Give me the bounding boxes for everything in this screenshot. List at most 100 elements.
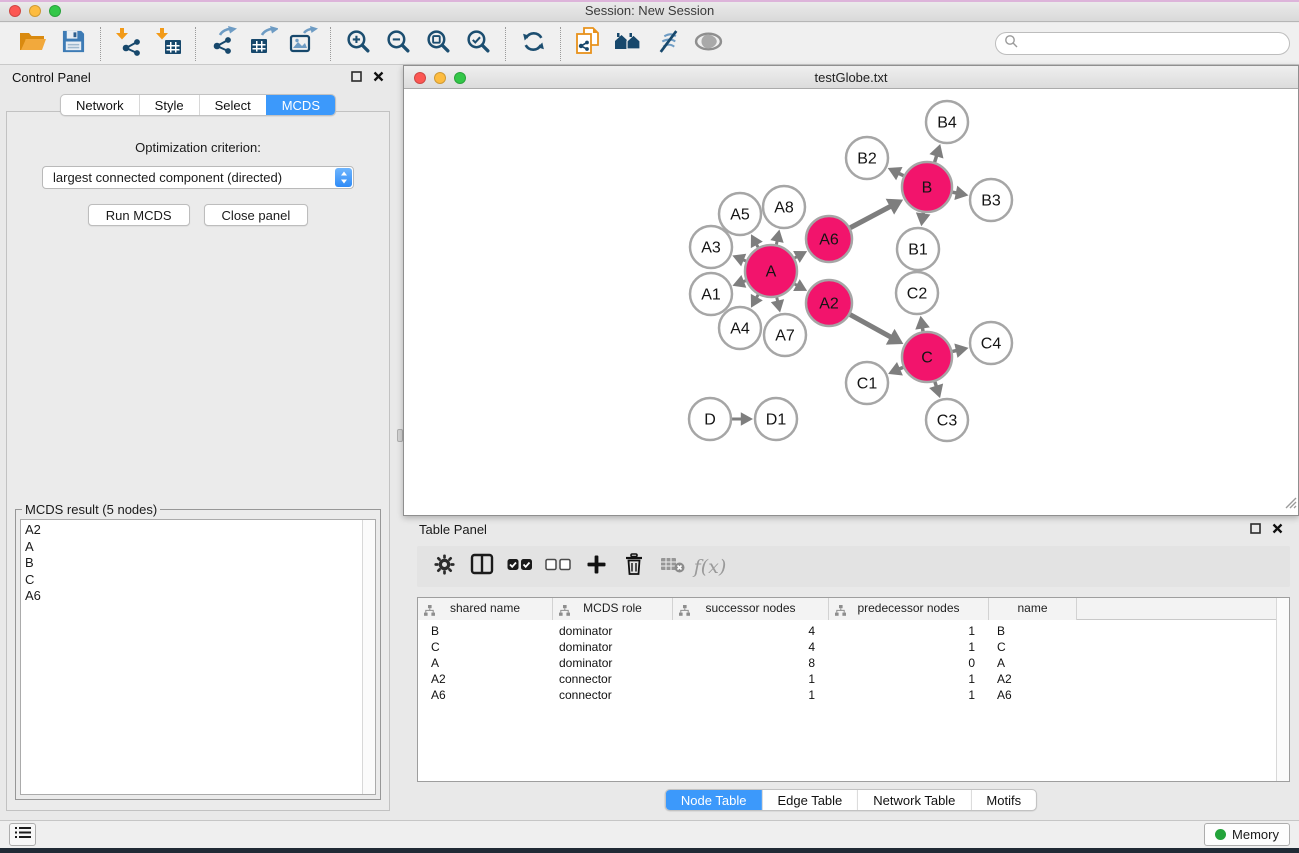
result-item[interactable]: B xyxy=(21,555,375,572)
result-item[interactable]: A6 xyxy=(21,588,375,605)
graph-node-B2[interactable]: B2 xyxy=(846,137,888,179)
result-item[interactable]: A xyxy=(21,539,375,556)
add-column-button[interactable] xyxy=(577,549,615,585)
graph-node-D[interactable]: D xyxy=(689,398,731,440)
import-table-button[interactable] xyxy=(150,27,186,61)
tab-style[interactable]: Style xyxy=(139,95,199,115)
table-row[interactable]: Adominator80A xyxy=(418,655,1289,671)
refresh-button[interactable] xyxy=(515,27,551,61)
table-tab-node-table[interactable]: Node Table xyxy=(666,790,762,810)
home-view-button[interactable] xyxy=(610,27,646,61)
select-all-rows-button[interactable] xyxy=(501,549,539,585)
zoom-selected-button[interactable] xyxy=(460,27,496,61)
function-builder-button[interactable]: f(x) xyxy=(691,549,729,585)
column-header-successor-nodes[interactable]: successor nodes xyxy=(673,598,829,620)
table-settings-button[interactable] xyxy=(425,549,463,585)
table-float-panel-icon[interactable] xyxy=(1250,522,1261,537)
show-hide-button[interactable] xyxy=(690,27,726,61)
table-row[interactable]: Bdominator41B xyxy=(418,623,1289,639)
export-table-button[interactable] xyxy=(245,27,281,61)
close-panel-icon[interactable] xyxy=(373,70,384,85)
graph-node-C1[interactable]: C1 xyxy=(846,362,888,404)
graph-node-A[interactable]: A xyxy=(745,245,797,297)
graph-node-A2[interactable]: A2 xyxy=(806,280,852,326)
run-mcds-button[interactable]: Run MCDS xyxy=(88,204,190,226)
refresh-icon xyxy=(520,28,547,60)
column-header-name[interactable]: name xyxy=(989,598,1077,620)
save-session-button[interactable] xyxy=(55,27,91,61)
import-network-button[interactable] xyxy=(110,27,146,61)
table-tab-network-table[interactable]: Network Table xyxy=(857,790,970,810)
graph-node-A5[interactable]: A5 xyxy=(719,193,761,235)
table-row[interactable]: A6connector11A6 xyxy=(418,687,1289,703)
resize-grip-icon[interactable] xyxy=(1284,496,1297,514)
export-image-button[interactable] xyxy=(285,27,321,61)
table-scrollbar[interactable] xyxy=(1276,598,1289,781)
tab-network[interactable]: Network xyxy=(61,95,139,115)
graph-node-C3[interactable]: C3 xyxy=(926,399,968,441)
task-history-button[interactable] xyxy=(9,823,36,846)
graph-node-B[interactable]: B xyxy=(902,162,952,212)
criterion-select[interactable]: largest connected component (directed) xyxy=(42,166,354,189)
memory-status-dot xyxy=(1215,829,1226,840)
delete-column-button[interactable] xyxy=(615,549,653,585)
network-minimize-button[interactable] xyxy=(434,72,446,84)
column-header-shared-name[interactable]: shared name xyxy=(418,598,553,620)
tab-select[interactable]: Select xyxy=(199,95,266,115)
table-row[interactable]: Cdominator41C xyxy=(418,639,1289,655)
minimize-window-button[interactable] xyxy=(29,5,41,17)
zoom-window-button[interactable] xyxy=(49,5,61,17)
toolbar-search[interactable] xyxy=(995,32,1290,55)
memory-button[interactable]: Memory xyxy=(1204,823,1290,846)
graph-node-C4[interactable]: C4 xyxy=(970,322,1012,364)
column-header-MCDS-role[interactable]: MCDS role xyxy=(553,598,673,620)
table-row[interactable]: A2connector11A2 xyxy=(418,671,1289,687)
close-panel-button[interactable]: Close panel xyxy=(204,204,309,226)
export-network-button[interactable] xyxy=(205,27,241,61)
graph-node-A6[interactable]: A6 xyxy=(806,216,852,262)
toggle-gene-view-button[interactable] xyxy=(650,27,686,61)
mcds-result-list[interactable]: A2ABCA6 xyxy=(20,519,376,795)
node-table[interactable]: shared nameMCDS rolesuccessor nodesprede… xyxy=(417,597,1290,782)
network-close-button[interactable] xyxy=(414,72,426,84)
edge-A2-C[interactable] xyxy=(850,315,892,338)
result-list-scrollbar[interactable] xyxy=(362,520,375,794)
column-chooser-button[interactable] xyxy=(463,549,501,585)
table-tab-edge-table[interactable]: Edge Table xyxy=(761,790,857,810)
result-item[interactable]: C xyxy=(21,572,375,589)
deselect-all-rows-button[interactable] xyxy=(539,549,577,585)
svg-text:A7: A7 xyxy=(775,328,795,345)
table-tab-motifs[interactable]: Motifs xyxy=(970,790,1036,810)
graph-node-B4[interactable]: B4 xyxy=(926,101,968,143)
open-session-button[interactable] xyxy=(15,27,51,61)
save-floppy-icon xyxy=(61,29,86,59)
graph-node-A3[interactable]: A3 xyxy=(690,226,732,268)
network-zoom-button[interactable] xyxy=(454,72,466,84)
zoom-fit-button[interactable] xyxy=(420,27,456,61)
column-header-predecessor-nodes[interactable]: predecessor nodes xyxy=(829,598,989,620)
network-canvas[interactable]: B4 B2 B3 A5A8 A3 B1 A1 C2 A4 A7 C1 C4C3 D D1 A6 A2A B C xyxy=(404,89,1298,515)
close-window-button[interactable] xyxy=(9,5,21,17)
table-close-panel-icon[interactable] xyxy=(1272,522,1283,537)
graph-node-A8[interactable]: A8 xyxy=(763,186,805,228)
graph-node-B1[interactable]: B1 xyxy=(897,228,939,270)
export-table-icon xyxy=(248,26,278,61)
tab-mcds[interactable]: MCDS xyxy=(266,95,335,115)
graph-node-B3[interactable]: B3 xyxy=(970,179,1012,221)
graph-node-A7[interactable]: A7 xyxy=(764,314,806,356)
result-item[interactable]: A2 xyxy=(21,522,375,539)
graph-node-C2[interactable]: C2 xyxy=(896,272,938,314)
graph-node-A4[interactable]: A4 xyxy=(719,307,761,349)
zoom-in-button[interactable] xyxy=(340,27,376,61)
zoom-out-button[interactable] xyxy=(380,27,416,61)
plus-icon xyxy=(586,554,607,580)
edge-A6-B[interactable] xyxy=(850,206,891,228)
delete-table-button[interactable] xyxy=(653,549,691,585)
network-snapshot-button[interactable] xyxy=(570,27,606,61)
float-panel-icon[interactable] xyxy=(351,70,362,85)
graph-node-D1[interactable]: D1 xyxy=(755,398,797,440)
graph-node-A1[interactable]: A1 xyxy=(690,273,732,315)
search-input[interactable] xyxy=(1023,36,1289,51)
svg-text:B4: B4 xyxy=(937,115,957,132)
graph-node-C[interactable]: C xyxy=(902,332,952,382)
